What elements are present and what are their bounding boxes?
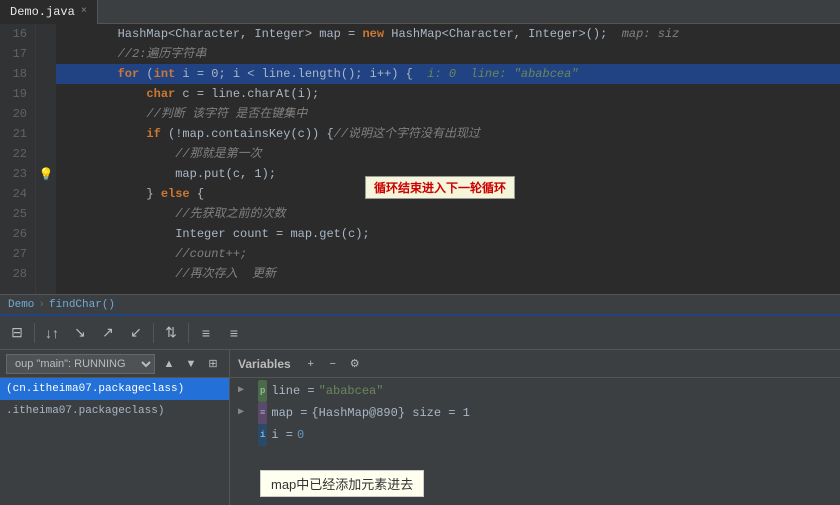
tab-demo-java[interactable]: Demo.java × [0,0,98,24]
annotation-map-tooltip: map中已经添加元素进去 [260,470,424,497]
code-line: //count++; [56,244,840,264]
var-value: 0 [297,424,304,446]
variables-list: ▶ pline = "ababcea" ▶ ≡map = {HashMap@890} … [230,378,840,505]
debug-frames-btn[interactable]: ≡ [193,320,219,346]
var-settings-btn[interactable]: ⚙ [345,354,365,374]
line-number: 16 [8,24,27,44]
type-icon: ≡ [258,402,267,424]
line-number: 17 [8,44,27,64]
variable-item[interactable]: ii = 0 [230,424,840,446]
left-panel: oup "main": RUNNING ▲ ▼ ⊞ (cn.itheima07.… [0,350,230,505]
debug-toolbar: ⊟ ↓↑ ↘ ↗ ↙ ⇅ ≡ ≡ [0,316,840,350]
expand-icon[interactable]: ▶ [238,380,250,402]
debug-vars-btn[interactable]: ≡ [221,320,247,346]
line-number: 24 [8,184,27,204]
right-panel: Variables + − ⚙ ▶ pline = "ababcea" ▶ ≡map … [230,350,840,505]
var-name: line = [271,380,314,402]
line-number: 20 [8,104,27,124]
var-name: i = [271,424,293,446]
tab-close-icon[interactable]: × [81,6,87,17]
line-number: 25 [8,204,27,224]
tab-bar: Demo.java × [0,0,840,24]
debug-eval-btn[interactable]: ⇅ [158,320,184,346]
bottom-panel: oup "main": RUNNING ▲ ▼ ⊞ (cn.itheima07.… [0,350,840,505]
variables-header: Variables + − ⚙ [230,350,840,378]
line-number: 27 [8,244,27,264]
code-lines: HashMap<Character, Integer> map = new Ha… [56,24,840,294]
debug-stop-btn[interactable]: ⊟ [4,320,30,346]
frame-list: (cn.itheima07.packageclass).itheima07.pa… [0,378,229,505]
line-number: 28 [8,264,27,284]
var-value: {HashMap@890} size = 1 [311,402,469,424]
code-line: if (!map.containsKey(c)) {//说明这个字符没有出现过 [56,124,840,144]
code-editor: 16171819202122232425262728 💡 HashMap<Cha… [0,24,840,294]
variables-title: Variables [238,357,291,371]
line-number: 21 [8,124,27,144]
debug-step-out-btn[interactable]: ↗ [95,320,121,346]
var-value: "ababcea" [319,380,384,402]
frame-item[interactable]: .itheima07.packageclass) [0,400,229,422]
variable-item[interactable]: ▶ pline = "ababcea" [230,380,840,402]
breadcrumb-method[interactable]: findChar() [49,299,115,311]
thread-selector: oup "main": RUNNING ▲ ▼ ⊞ [0,350,229,378]
line-number: 22 [8,144,27,164]
type-icon: i [258,424,267,446]
var-add-btn[interactable]: + [301,354,321,374]
var-name: map = [271,402,307,424]
code-line: char c = line.charAt(i); [56,84,840,104]
line-number: 26 [8,224,27,244]
type-icon: p [258,380,267,402]
line-number: 23 [8,164,27,184]
line-numbers: 16171819202122232425262728 [0,24,36,294]
thread-down-btn[interactable]: ▼ [181,354,201,374]
code-line: //再次存入 更新 [56,264,840,284]
frame-item[interactable]: (cn.itheima07.packageclass) [0,378,229,400]
var-remove-btn[interactable]: − [323,354,343,374]
breadcrumb: Demo › findChar() [0,294,840,316]
code-line: //2:遍历字符串 [56,44,840,64]
line-number: 18 [8,64,27,84]
code-line: HashMap<Character, Integer> map = new Ha… [56,24,840,44]
thread-action-btn[interactable]: ⊞ [203,354,223,374]
code-line: //那就是第一次 [56,144,840,164]
thread-up-btn[interactable]: ▲ [159,354,179,374]
variable-item[interactable]: ▶ ≡map = {HashMap@890} size = 1 [230,402,840,424]
debug-step-over-btn[interactable]: ↓↑ [39,320,65,346]
code-line: //先获取之前的次数 [56,204,840,224]
debug-run-cursor-btn[interactable]: ↙ [123,320,149,346]
annotation-loop: 循环结束进入下一轮循环 [365,176,515,199]
tab-label: Demo.java [10,5,75,19]
line-number: 19 [8,84,27,104]
breadcrumb-sep: › [38,299,45,311]
gutter: 💡 [36,24,56,294]
thread-dropdown[interactable]: oup "main": RUNNING [6,354,155,374]
code-line: //判断 该字符 是否在键集中 [56,104,840,124]
code-line: for (int i = 0; i < line.length(); i++) … [56,64,840,84]
code-line: Integer count = map.get(c); [56,224,840,244]
expand-icon[interactable]: ▶ [238,402,250,424]
debug-step-into-btn[interactable]: ↘ [67,320,93,346]
breadcrumb-demo[interactable]: Demo [8,299,34,311]
